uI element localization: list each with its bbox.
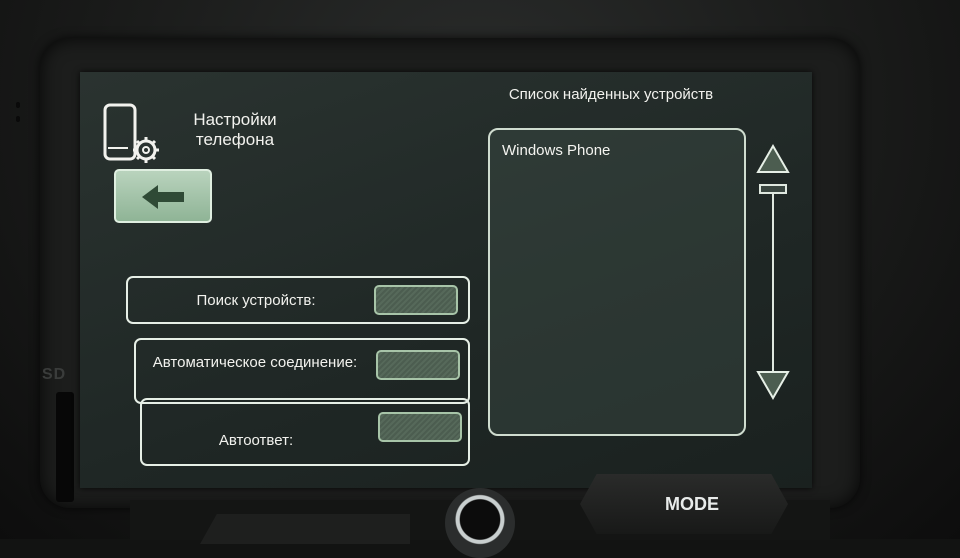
display-screen: Настройки телефона Поиск устройств: Авто… (80, 72, 812, 488)
mode-button[interactable]: MODE (580, 474, 788, 534)
back-button[interactable] (114, 169, 212, 223)
auto-answer-toggle[interactable] (378, 412, 462, 442)
bezel-dot (16, 102, 20, 108)
scrollbar-thumb[interactable] (759, 184, 787, 194)
bezel-dot (16, 116, 20, 122)
arrow-left-icon (142, 185, 184, 209)
list-item[interactable]: Windows Phone (502, 142, 610, 160)
setting-row-auto-connect[interactable]: Автоматическое соединение: (134, 338, 470, 404)
sd-card-slot[interactable] (56, 392, 74, 502)
auto-connect-toggle[interactable] (376, 350, 460, 380)
triangle-down-icon[interactable] (756, 370, 790, 405)
setting-label-auto-answer: Автоответ: (218, 432, 294, 449)
found-devices-list: Windows Phone (488, 128, 746, 436)
triangle-up-icon[interactable] (756, 143, 790, 179)
sd-label: SD (42, 366, 67, 383)
setting-label-auto-connect: Автоматическое соединение: (152, 354, 358, 371)
setting-row-auto-answer[interactable]: Автоответ: (140, 398, 470, 466)
setting-label-device-search: Поиск устройств: (196, 292, 316, 309)
setting-row-device-search[interactable]: Поиск устройств: (126, 276, 470, 324)
phone-gear-icon (102, 102, 166, 164)
lower-left-button[interactable] (200, 514, 410, 544)
volume-knob[interactable] (445, 488, 515, 558)
device-search-toggle[interactable] (374, 285, 458, 315)
device-list-title: Список найденных устройств (508, 86, 714, 103)
scrollbar-track[interactable] (772, 184, 774, 376)
page-title: Настройки телефона (193, 110, 277, 149)
